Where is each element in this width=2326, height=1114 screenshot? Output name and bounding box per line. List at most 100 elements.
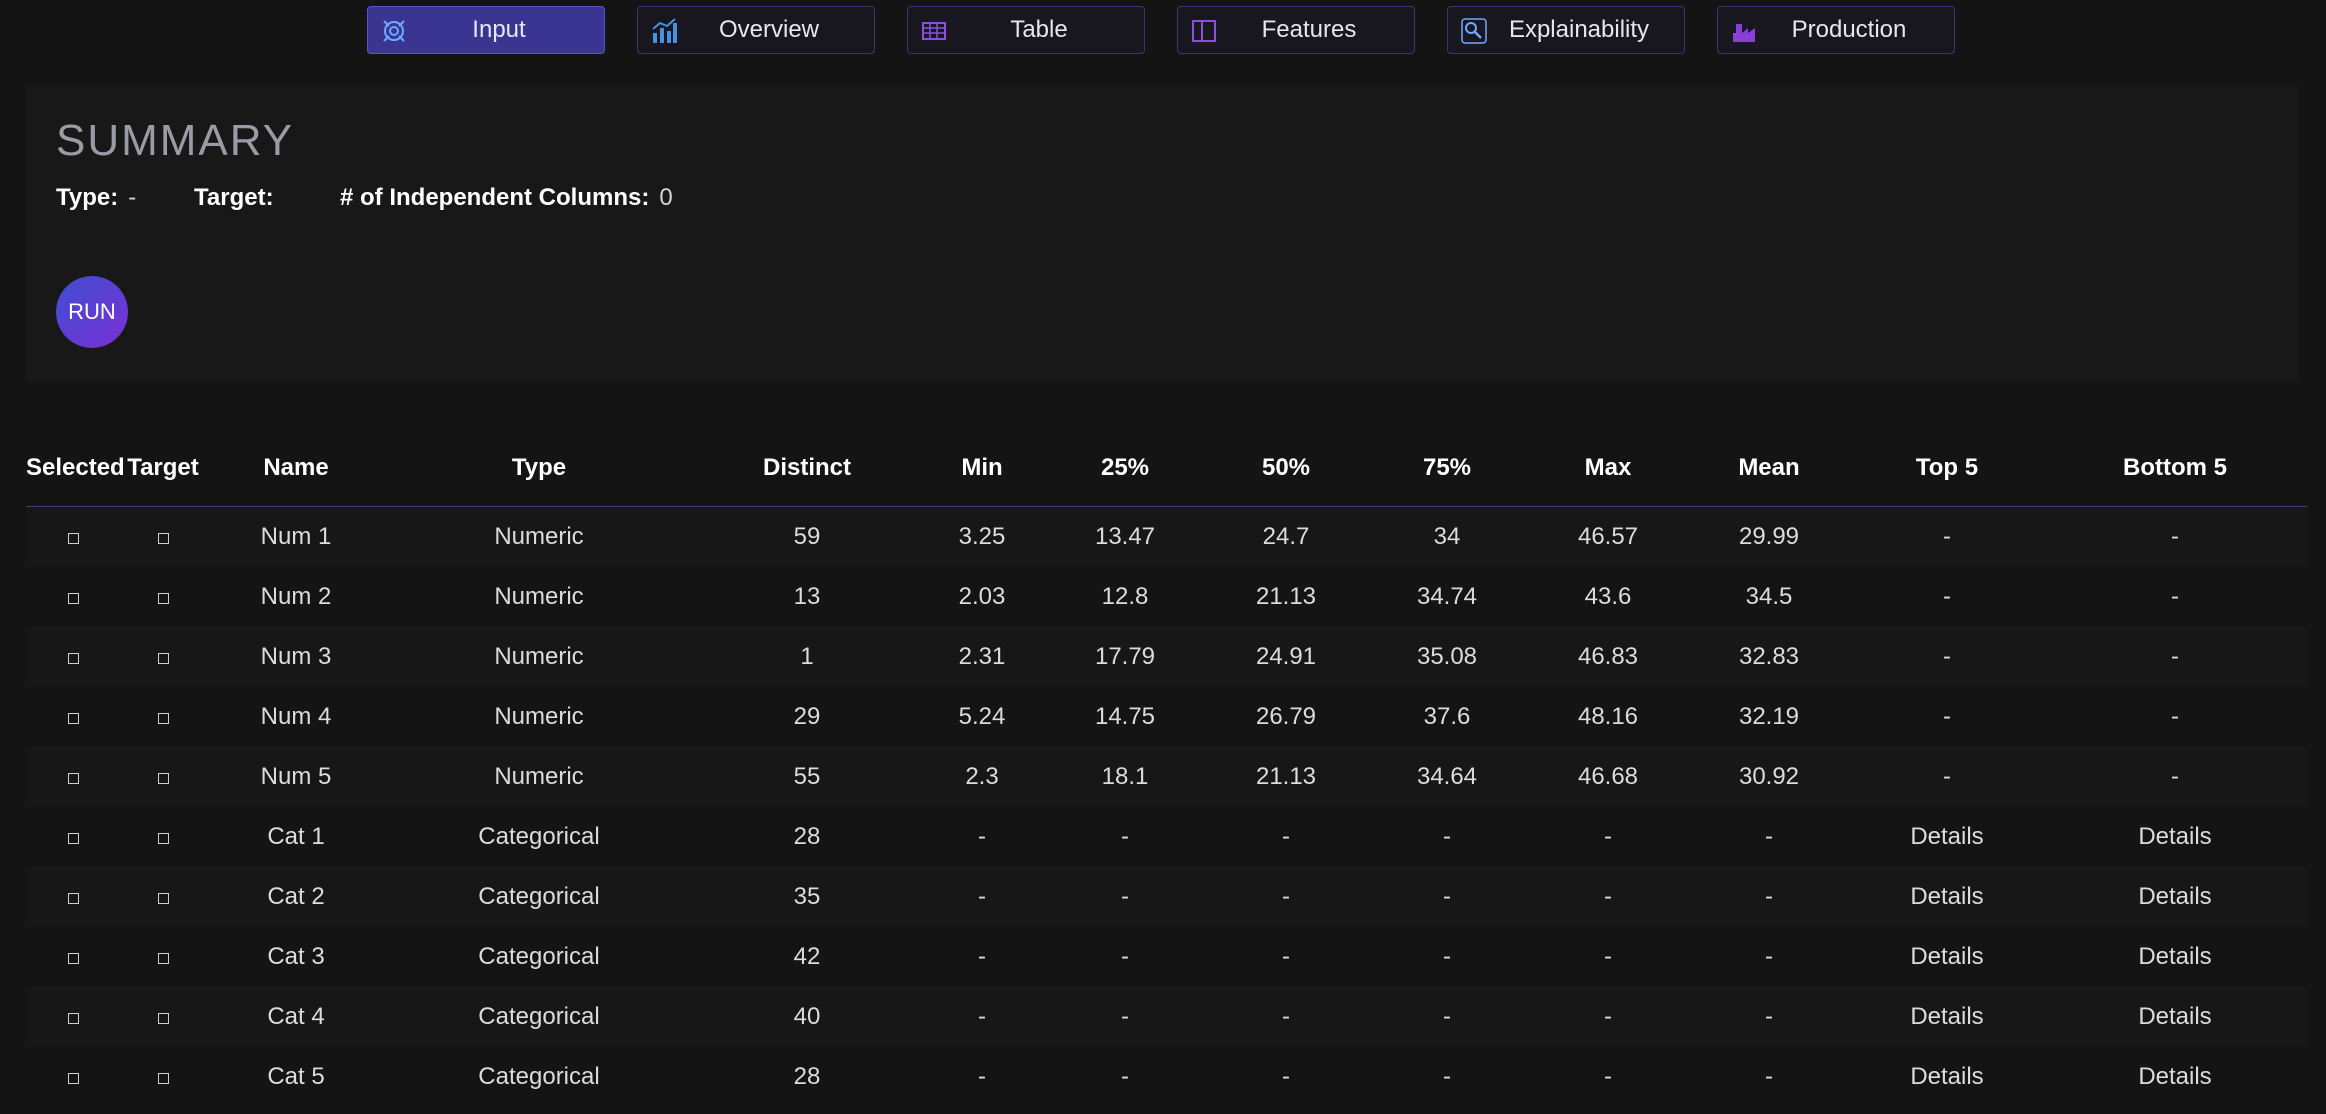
max-cell: 48.16 [1577,703,1639,730]
p50-cell: - [1282,823,1290,850]
selected-checkbox[interactable] [67,653,79,664]
selected-checkbox[interactable] [67,533,79,544]
selected-cell [26,747,120,807]
max-cell: - [1604,943,1612,970]
max-cell: 46.68 [1530,747,1686,807]
selected-cell [26,1047,120,1107]
target-cell [120,807,206,867]
max-cell: - [1604,823,1612,850]
p25-cell: 17.79 [1042,627,1208,687]
tab-production[interactable]: Production [1717,6,1955,54]
p75-cell: 35.08 [1364,627,1530,687]
selected-checkbox[interactable] [67,893,79,904]
target-cell [120,987,206,1047]
tab-input[interactable]: Input [367,6,605,54]
target-checkbox[interactable] [157,773,169,784]
distinct-cell: 42 [793,943,821,970]
bottom5-details-link[interactable]: Details [2042,807,2308,867]
header-p25[interactable]: 25% [1042,430,1208,507]
target-cell [120,687,206,747]
header-bottom5[interactable]: Bottom 5 [2042,430,2308,507]
header-top5[interactable]: Top 5 [1852,430,2042,507]
top5-details-link[interactable]: Details [1852,867,2042,927]
header-p50[interactable]: 50% [1208,430,1364,507]
target-cell [120,627,206,687]
p75-cell: - [1364,987,1530,1047]
top5-details-link[interactable]: Details [1852,987,2042,1047]
p25-cell: - [1042,987,1208,1047]
p75-cell: 34.64 [1364,747,1530,807]
distinct-cell: 1 [692,627,922,687]
target-checkbox[interactable] [157,533,169,544]
p25-cell: 13.47 [1042,506,1208,567]
selected-checkbox[interactable] [67,833,79,844]
tab-explainability[interactable]: Explainability [1447,6,1685,54]
target-checkbox[interactable] [157,833,169,844]
run-button[interactable]: RUN [56,276,128,348]
independent-columns-info: # of Independent Columns: 0 [340,184,673,212]
selected-checkbox[interactable] [67,713,79,724]
target-checkbox[interactable] [157,953,169,964]
table-row: Cat 3 Categorical 42 - - - - - - Details… [26,927,2308,987]
selected-checkbox[interactable] [67,593,79,604]
table-row: Cat 1 Categorical 28 - - - - - - Details… [26,807,2308,867]
top5-cell: - [1852,747,2042,807]
selected-checkbox[interactable] [67,953,79,964]
bottom5-details-link[interactable]: Details [2042,867,2308,927]
top5-cell: - [1852,506,2042,567]
min-cell: - [922,867,1042,927]
table-body: Num 1 Numeric 59 3.25 13.47 24.7 34 46.5… [26,506,2308,1108]
mean-cell: 29.99 [1686,506,1852,567]
tab-features[interactable]: Features [1177,6,1415,54]
tab-table[interactable]: Table [907,6,1145,54]
columns-table: Selected Target Name Type Distinct Min 2… [26,430,2308,1107]
mean-cell: - [1686,867,1852,927]
top5-details-link[interactable]: Details [1852,927,2042,987]
target-label: Target: [194,184,274,211]
target-checkbox[interactable] [157,593,169,604]
bottom5-details-link[interactable]: Details [2042,987,2308,1047]
tab-overview[interactable]: Overview [637,6,875,54]
target-cell [120,747,206,807]
target-checkbox[interactable] [157,893,169,904]
name-cell: Num 2 [260,583,332,610]
header-name[interactable]: Name [206,430,386,507]
selected-checkbox[interactable] [67,1013,79,1024]
name-cell: Cat 2 [206,867,386,927]
top5-details-link[interactable]: Details [1852,1047,2042,1107]
target-checkbox[interactable] [157,1013,169,1024]
selected-cell [26,687,120,747]
top5-cell: - [1943,703,1951,730]
selected-cell [26,987,120,1047]
bottom5-details-link[interactable]: Details [2042,1047,2308,1107]
target-checkbox[interactable] [157,1073,169,1084]
header-type[interactable]: Type [386,430,692,507]
p25-cell: 14.75 [1094,703,1156,730]
max-cell: 46.57 [1530,506,1686,567]
table-row: Num 5 Numeric 55 2.3 18.1 21.13 34.64 46… [26,747,2308,807]
target-checkbox[interactable] [157,653,169,664]
header-min[interactable]: Min [922,430,1042,507]
header-target[interactable]: Target [120,430,206,507]
max-cell: - [1530,987,1686,1047]
bar-chart-icon [652,18,677,43]
header-p75[interactable]: 75% [1364,430,1530,507]
p75-cell: - [1364,867,1530,927]
type-cell: Categorical [386,987,692,1047]
top5-details-link[interactable]: Details [1852,807,2042,867]
name-cell: Cat 4 [206,987,386,1047]
target-checkbox[interactable] [157,713,169,724]
header-max[interactable]: Max [1530,430,1686,507]
header-distinct[interactable]: Distinct [692,430,922,507]
p25-cell: - [1121,943,1129,970]
bottom5-cell: - [2042,747,2308,807]
selected-checkbox[interactable] [67,773,79,784]
name-cell: Num 4 [260,703,332,730]
distinct-cell: 40 [692,987,922,1047]
selected-checkbox[interactable] [67,1073,79,1084]
bottom5-details-link[interactable]: Details [2042,927,2308,987]
header-mean[interactable]: Mean [1686,430,1852,507]
distinct-cell: 29 [793,703,821,730]
mean-cell: - [1765,943,1773,970]
header-selected[interactable]: Selected [26,430,125,507]
